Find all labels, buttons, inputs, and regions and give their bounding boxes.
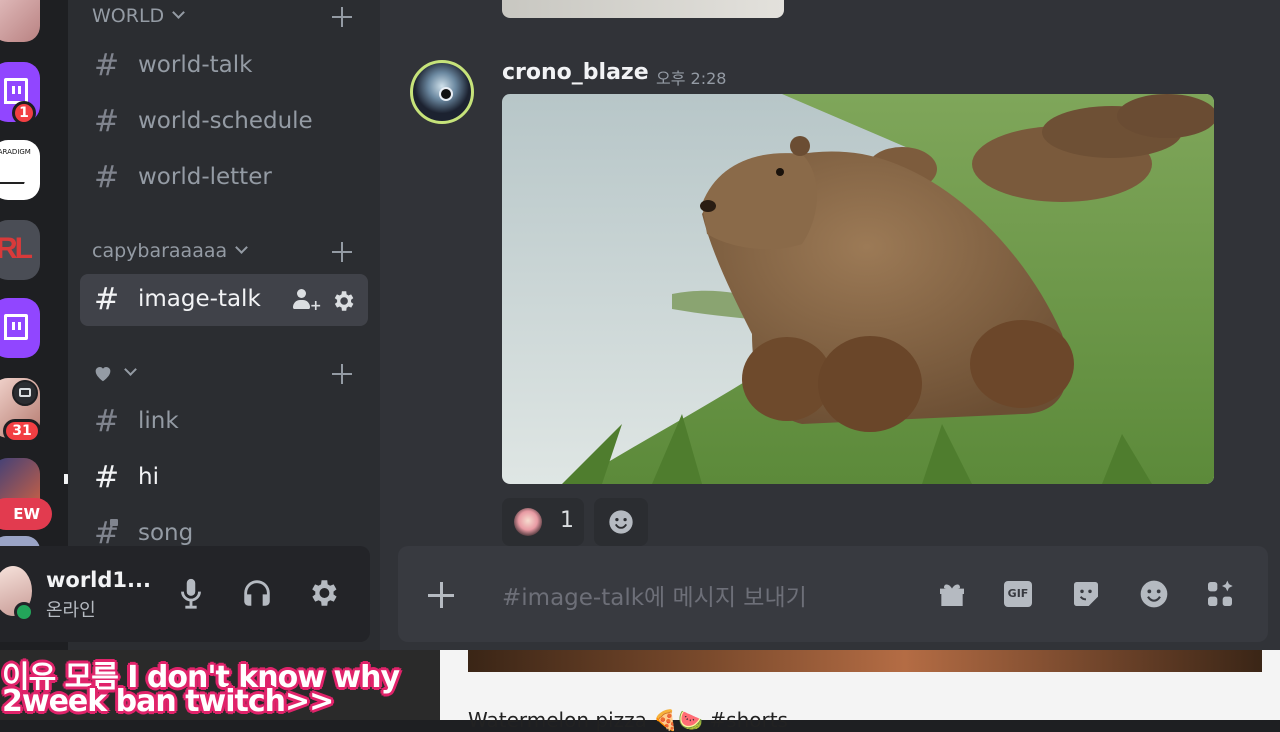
add-reaction-button[interactable] <box>594 498 648 546</box>
user-status: 온라인 <box>46 600 96 621</box>
paradigm-label: PARADIGM <box>0 148 31 156</box>
emoji-face-icon <box>514 508 542 536</box>
lock-icon <box>110 519 118 526</box>
capybara-image[interactable] <box>502 94 1214 484</box>
category-label: WORLD <box>92 5 165 27</box>
headphones-icon[interactable] <box>240 576 274 610</box>
message-composer: #image-talk에 메시지 보내기 GIF <box>398 546 1268 642</box>
add-channel-icon[interactable] <box>332 364 352 384</box>
channel-label: link <box>138 408 179 434</box>
username[interactable]: world1... <box>46 568 151 592</box>
chevron-down-icon <box>124 363 137 376</box>
message-timestamp: 오후 2:28 <box>656 69 727 88</box>
hash-icon: # <box>94 282 120 317</box>
hash-icon: # <box>94 460 120 495</box>
previous-attachment[interactable] <box>502 0 784 18</box>
channel-label: song <box>138 520 194 546</box>
category-label: capybaraaaaa <box>92 240 228 262</box>
chevron-down-icon <box>172 6 186 19</box>
settings-gear-icon[interactable] <box>330 288 356 314</box>
channel-image-talk[interactable]: # image-talk + <box>80 274 368 326</box>
emoji-picker-icon[interactable] <box>1138 578 1170 610</box>
paradigm-art-icon <box>0 162 33 184</box>
message-input[interactable]: #image-talk에 메시지 보내기 <box>502 578 807 612</box>
channel-hi[interactable]: # hi <box>80 452 368 504</box>
video-title[interactable]: Watermelon pizza 🍕🍉 #shorts <box>468 708 788 732</box>
server-icon-paradigm[interactable]: PARADIGM <box>0 140 40 200</box>
user-panel: world1... 온라인 <box>0 546 370 642</box>
add-attachment-icon[interactable] <box>426 580 456 610</box>
category-heart[interactable] <box>116 362 137 384</box>
channel-world-letter[interactable]: # world-letter <box>80 152 368 204</box>
reaction-count: 1 <box>560 508 574 533</box>
rl-logo-icon: RL <box>0 232 33 265</box>
channel-label: world-letter <box>138 164 272 190</box>
channel-link[interactable]: # link <box>80 396 368 448</box>
channel-label: world-schedule <box>138 108 313 134</box>
sticker-icon[interactable] <box>1070 578 1102 610</box>
video-thumbnail[interactable] <box>468 650 1262 672</box>
mention-badge: 31 <box>3 419 41 443</box>
invite-user-icon[interactable]: + <box>292 288 322 313</box>
category-world[interactable]: WORLD <box>92 5 186 27</box>
author-avatar[interactable] <box>410 60 474 124</box>
heart-icon <box>95 367 111 382</box>
gift-icon[interactable] <box>936 578 968 610</box>
chevron-down-icon <box>235 241 248 254</box>
hash-icon: # <box>94 104 120 139</box>
channel-label: image-talk <box>138 286 261 312</box>
category-capybara[interactable]: capybaraaaaa <box>92 240 248 262</box>
smile-icon <box>609 510 633 534</box>
channel-label: world-talk <box>138 52 253 78</box>
new-pill: EW <box>0 498 52 530</box>
microphone-icon[interactable] <box>174 576 208 610</box>
message-author[interactable]: crono_blaze <box>502 60 649 85</box>
hash-icon: # <box>94 160 120 195</box>
gif-button[interactable]: GIF <box>1004 578 1036 610</box>
server-icon-avatar[interactable] <box>0 0 40 42</box>
channel-world-talk[interactable]: # world-talk <box>80 40 368 92</box>
user-settings-gear-icon[interactable] <box>306 576 340 610</box>
add-channel-icon[interactable] <box>332 7 352 27</box>
channel-label: hi <box>138 464 159 490</box>
server-icon-rl[interactable]: RL <box>0 220 40 280</box>
hash-icon: # <box>94 48 120 83</box>
apps-icon[interactable] <box>1204 578 1236 610</box>
gif-icon: GIF <box>1004 581 1032 607</box>
server-icon-twitch-2[interactable] <box>0 298 40 358</box>
reaction-chip[interactable]: 1 <box>502 498 584 546</box>
add-channel-icon[interactable] <box>332 242 352 262</box>
channel-world-schedule[interactable]: # world-schedule <box>80 96 368 148</box>
video-overlay-area: Watermelon pizza 🍕🍉 #shorts 이유 모름 I don'… <box>0 650 1280 732</box>
mention-badge: 1 <box>12 101 36 125</box>
online-status-icon <box>14 602 34 622</box>
twitch-icon <box>4 314 28 340</box>
chat-area: crono_blaze 오후 2:28 1 #image-talk에 메시지 보… <box>380 0 1280 650</box>
hash-icon: # <box>94 404 120 439</box>
calendar-icon <box>12 380 38 406</box>
subtitle-line-2: 2week ban twitch>> <box>2 684 334 719</box>
